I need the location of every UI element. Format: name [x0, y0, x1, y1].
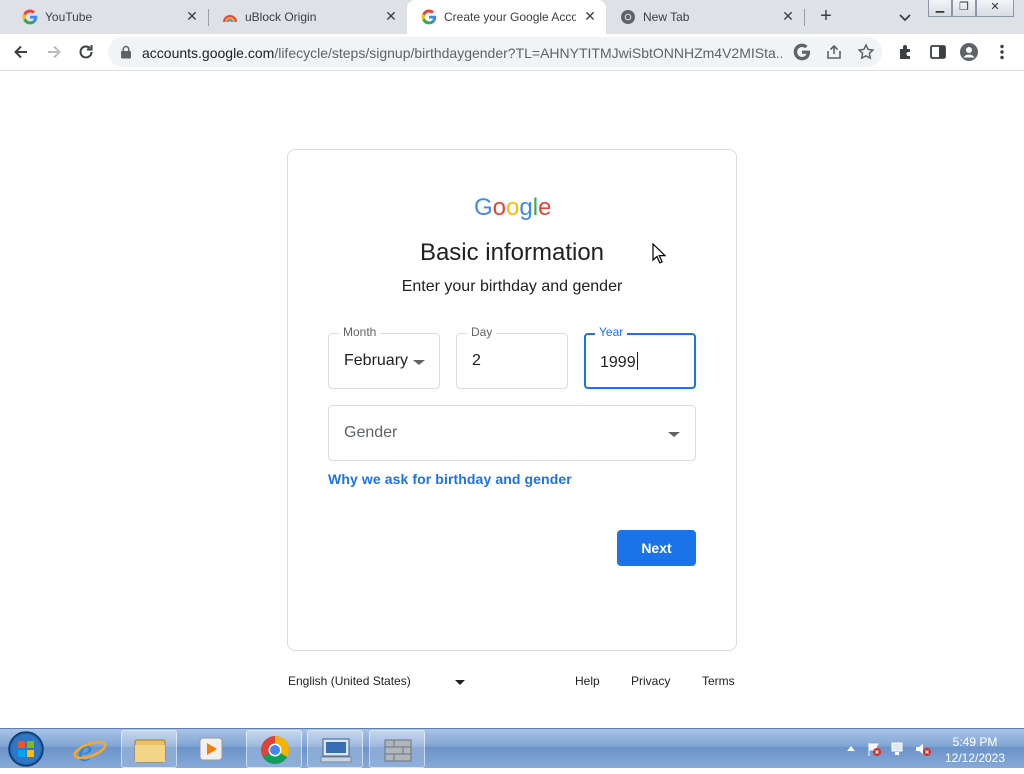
kebab-menu-icon[interactable] — [992, 42, 1012, 62]
close-tab-icon[interactable]: ✕ — [780, 8, 796, 24]
restore-icon[interactable]: ❐ — [952, 0, 976, 17]
page-content: Google Basic information Enter your birt… — [0, 71, 1024, 728]
show-hidden-icons-icon[interactable] — [846, 744, 856, 752]
tab-youtube[interactable]: YouTube ✕ — [8, 0, 208, 34]
browser-toolbar: accounts.google.com/lifecycle/steps/sign… — [0, 34, 1024, 71]
why-birthday-gender-link[interactable]: Why we ask for birthday and gender — [328, 471, 572, 487]
year-label: Year — [595, 325, 628, 339]
tab-title: uBlock Origin — [245, 10, 317, 24]
clock-time: 5:49 PM — [952, 735, 998, 749]
year-value: 1999 — [600, 354, 636, 371]
extensions-puzzle-icon[interactable] — [896, 42, 916, 62]
month-select[interactable]: Month February — [328, 325, 440, 389]
close-window-icon[interactable]: ✕ — [976, 0, 1014, 17]
media-player-icon[interactable] — [183, 730, 239, 768]
day-label: Day — [467, 325, 497, 339]
text-cursor — [636, 352, 638, 370]
chrome-icon — [621, 10, 635, 24]
dropdown-caret-icon[interactable] — [455, 680, 465, 685]
tab-ublock-origin[interactable]: uBlock Origin ✕ — [208, 0, 408, 34]
dropdown-caret-icon — [668, 432, 680, 437]
gender-select[interactable]: Gender — [328, 405, 696, 461]
ublock-rainbow-icon — [223, 15, 237, 23]
tab-title: YouTube — [45, 10, 93, 24]
reload-icon[interactable] — [76, 42, 96, 62]
volume-muted-icon[interactable] — [914, 741, 932, 757]
google-g-icon[interactable] — [793, 43, 811, 61]
close-tab-icon[interactable]: ✕ — [383, 8, 399, 24]
language-selector[interactable]: English (United States) — [288, 674, 411, 688]
day-input[interactable]: Day 2 — [456, 325, 568, 389]
network-icon[interactable] — [890, 741, 906, 757]
day-value: 2 — [472, 352, 481, 369]
tab-search-chevron-icon[interactable] — [896, 8, 914, 26]
clock-date: 12/12/2023 — [944, 751, 1006, 765]
taskbar-clock[interactable]: 5:49 PM 12/12/2023 — [940, 734, 1010, 766]
tab-title: Create your Google Acco — [444, 10, 576, 24]
windows-start-icon[interactable] — [2, 730, 46, 768]
internet-explorer-icon[interactable]: e — [62, 730, 118, 768]
remote-desktop-icon[interactable] — [307, 730, 363, 768]
google-g-icon — [22, 9, 38, 25]
windows-taskbar: e 5:49 PM 12/12/2023 — [0, 728, 1024, 768]
gender-placeholder: Gender — [344, 424, 398, 441]
svg-text:e: e — [78, 732, 92, 768]
page-footer: English (United States) Help Privacy Ter… — [287, 674, 737, 694]
svg-text:Google: Google — [474, 194, 550, 221]
address-bar[interactable]: accounts.google.com/lifecycle/steps/sign… — [108, 37, 882, 67]
month-value: February — [344, 352, 409, 369]
tab-title: New Tab — [643, 10, 690, 24]
profile-avatar-icon[interactable] — [959, 42, 979, 62]
close-tab-icon[interactable]: ✕ — [582, 8, 598, 24]
file-explorer-icon[interactable] — [121, 730, 177, 768]
tab-separator — [804, 9, 805, 26]
share-icon[interactable] — [825, 43, 843, 61]
url-text[interactable]: accounts.google.com/lifecycle/steps/sign… — [142, 45, 782, 61]
privacy-link[interactable]: Privacy — [631, 674, 670, 688]
minimize-icon[interactable]: ▁ — [928, 0, 952, 17]
year-input[interactable]: Year 1999 — [584, 325, 696, 389]
next-button[interactable]: Next — [617, 530, 696, 566]
signup-card: Google Basic information Enter your birt… — [287, 149, 737, 651]
terms-link[interactable]: Terms — [702, 674, 735, 688]
tab-new-tab[interactable]: New Tab ✕ — [606, 0, 806, 34]
dropdown-caret-icon — [413, 360, 425, 365]
url-host: accounts.google.com — [142, 45, 275, 61]
browser-window: YouTube ✕ uBlock Origin ✕ Create your Go… — [0, 0, 1024, 728]
page-subtitle: Enter your birthday and gender — [401, 278, 623, 295]
action-center-flag-icon[interactable] — [866, 741, 882, 757]
page-title: Basic information — [419, 239, 605, 266]
side-panel-icon[interactable] — [928, 42, 948, 62]
forward-arrow-icon[interactable] — [44, 42, 64, 62]
mouse-pointer-icon — [652, 243, 666, 264]
lock-icon[interactable] — [120, 45, 132, 59]
bookmark-star-icon[interactable] — [857, 43, 875, 61]
month-label: Month — [339, 325, 381, 339]
close-tab-icon[interactable]: ✕ — [184, 8, 200, 24]
url-path: /lifecycle/steps/signup/birthdaygender?T… — [274, 45, 782, 61]
tab-create-google-account[interactable]: Create your Google Acco ✕ — [407, 0, 606, 34]
window-controls: ▁ ❐ ✕ — [928, 0, 1016, 18]
google-logo: Google — [474, 194, 550, 221]
tab-strip: YouTube ✕ uBlock Origin ✕ Create your Go… — [0, 0, 1024, 34]
firewall-icon[interactable] — [369, 730, 425, 768]
back-arrow-icon[interactable] — [11, 42, 31, 62]
help-link[interactable]: Help — [575, 674, 600, 688]
google-g-icon — [421, 9, 437, 25]
chrome-taskbar-icon[interactable] — [246, 730, 302, 768]
year-value-wrap: 1999 — [600, 352, 638, 372]
new-tab-plus-icon[interactable]: + — [816, 6, 836, 27]
